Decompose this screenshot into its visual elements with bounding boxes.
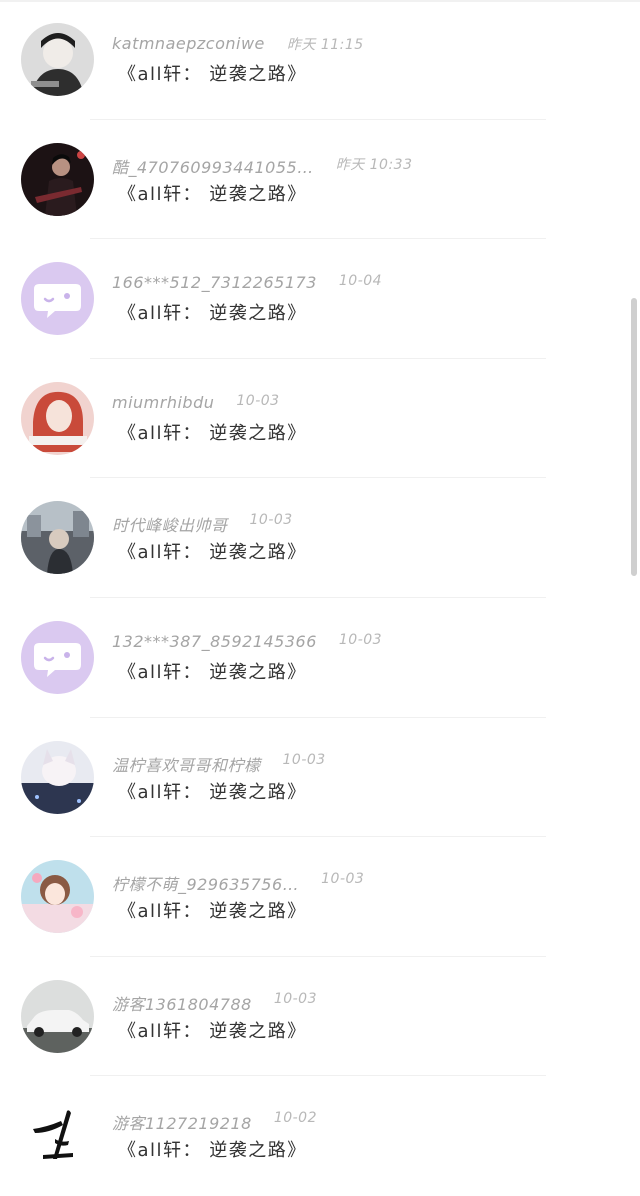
timestamp: 昨天 10:33 (335, 156, 413, 173)
scrollbar[interactable] (631, 298, 637, 576)
default-chat-bubble-avatar-icon[interactable] (21, 620, 94, 694)
comment-text: 《all轩： 逆袭之路》 (118, 303, 307, 325)
comment-meta: 游客1127219218 10-02 (112, 1110, 317, 1134)
comment-meta: miumrhibdu 10-03 (112, 393, 280, 415)
comment-meta: katmnaepzconiwe 昨天 11:15 (112, 34, 364, 56)
timestamp: 10-03 (236, 392, 280, 409)
comment-item[interactable]: 游客1361804788 10-03 《all轩： 逆袭之路》 (0, 957, 628, 1077)
timestamp: 10-03 (249, 512, 293, 529)
timestamp: 10-03 (321, 871, 365, 888)
comment-text: 《all轩： 逆袭之路》 (118, 183, 307, 205)
timestamp: 10-04 (338, 273, 383, 290)
comment-meta: 132***387_8592145366 10-03 (112, 632, 382, 654)
comment-meta: 时代峰峻出帅哥 10-03 (112, 512, 293, 536)
anime-night-avatar-icon[interactable] (21, 740, 94, 814)
girl-photo-avatar-icon[interactable] (21, 381, 94, 455)
comment-meta: 游客1361804788 10-03 (112, 990, 317, 1015)
username[interactable]: 132***387_8592145366 (112, 632, 317, 651)
comment-item[interactable]: miumrhibdu 10-03 《all轩： 逆袭之路》 (0, 359, 628, 479)
comment-item[interactable]: 柠檬不萌_929635756… 10-03 《all轩： 逆袭之路》 (0, 837, 628, 957)
comment-list[interactable]: katmnaepzconiwe 昨天 11:15 《all轩： 逆袭之路》 酷_4… (0, 0, 628, 1196)
guitarist-photo-avatar-icon[interactable] (21, 142, 94, 216)
username[interactable]: 时代峰峻出帅哥 (112, 512, 228, 536)
comment-item[interactable]: 酷_470760993441055… 昨天 10:33 《all轩： 逆袭之路》 (0, 120, 628, 240)
comment-item[interactable]: 166***512_7312265173 10-04 《all轩： 逆袭之路》 (0, 239, 628, 359)
comment-meta: 166***512_7312265173 10-04 (112, 273, 382, 295)
comment-item[interactable]: 游客1127219218 10-02 《all轩： 逆袭之路》 (0, 1076, 628, 1196)
username[interactable]: 温柠喜欢哥哥和柠檬 (112, 752, 261, 776)
comment-text: 《all轩： 逆袭之路》 (118, 661, 307, 683)
username[interactable]: 游客1361804788 (112, 991, 252, 1015)
timestamp: 10-02 (273, 1110, 317, 1127)
comment-meta: 酷_470760993441055… 昨天 10:33 (112, 154, 413, 178)
comment-text: 《all轩： 逆袭之路》 (118, 781, 307, 803)
username[interactable]: 166***512_7312265173 (112, 273, 317, 292)
comment-text: 《all轩： 逆袭之路》 (118, 1020, 307, 1042)
username[interactable]: miumrhibdu (112, 393, 214, 412)
comment-text: 《all轩： 逆袭之路》 (118, 64, 307, 85)
comment-meta: 温柠喜欢哥哥和柠檬 10-03 (112, 751, 326, 776)
comment-meta: 柠檬不萌_929635756… 10-03 (112, 871, 365, 895)
timestamp: 10-03 (338, 631, 383, 648)
comment-text: 《all轩： 逆袭之路》 (118, 542, 307, 564)
default-chat-bubble-avatar-icon[interactable] (21, 262, 94, 336)
username[interactable]: katmnaepzconiwe (112, 34, 265, 53)
comment-text: 《all轩： 逆袭之路》 (118, 901, 307, 923)
anime-girl-avatar-icon[interactable] (21, 860, 94, 934)
ink-character-avatar-icon[interactable] (21, 1099, 94, 1173)
username[interactable]: 游客1127219218 (112, 1110, 252, 1134)
comment-item[interactable]: 温柠喜欢哥哥和柠檬 10-03 《all轩： 逆袭之路》 (0, 718, 628, 838)
timestamp: 10-03 (282, 751, 326, 768)
timestamp: 10-03 (273, 990, 317, 1007)
username[interactable]: 酷_470760993441055… (112, 154, 314, 178)
comment-item[interactable]: 132***387_8592145366 10-03 《all轩： 逆袭之路》 (0, 598, 628, 718)
street-photo-avatar-icon[interactable] (21, 501, 94, 575)
comment-text: 《all轩： 逆袭之路》 (118, 1140, 307, 1162)
white-car-avatar-icon[interactable] (21, 979, 94, 1053)
person-photo-avatar-icon[interactable] (21, 23, 94, 96)
username[interactable]: 柠檬不萌_929635756… (112, 871, 299, 895)
comment-text: 《all轩： 逆袭之路》 (118, 422, 307, 444)
comment-item[interactable]: 时代峰峻出帅哥 10-03 《all轩： 逆袭之路》 (0, 478, 628, 598)
comment-item[interactable]: katmnaepzconiwe 昨天 11:15 《all轩： 逆袭之路》 (0, 0, 628, 120)
timestamp: 昨天 11:15 (286, 37, 364, 53)
